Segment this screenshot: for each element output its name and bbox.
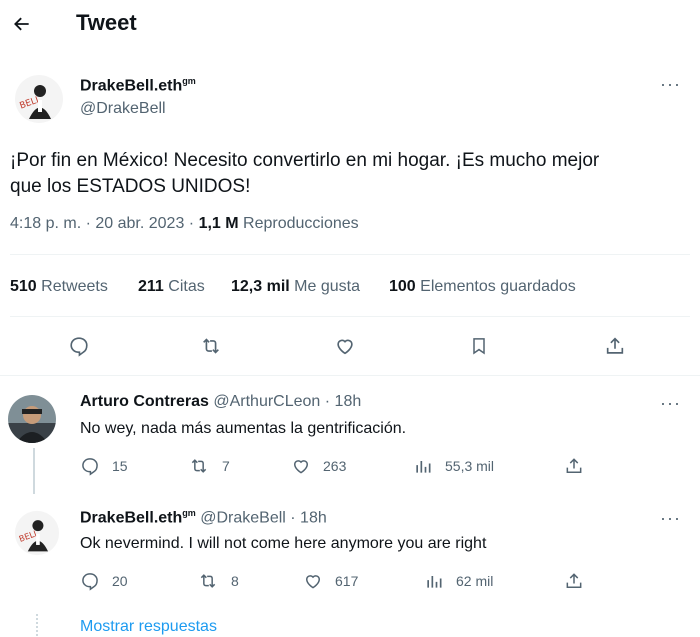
reply-text: No wey, nada más aumentas la gentrificac… [80,420,407,437]
views-count: 62 mil [456,573,494,589]
reply-author-name-suffix: gm [182,508,196,518]
bookmarks-count: 100 [389,278,416,295]
share-icon[interactable] [564,571,584,596]
quotes-count: 211 [138,278,164,295]
likes-label: Me gusta [289,278,360,295]
author-name[interactable]: DrakeBell.eth [80,77,182,94]
retweets-label: Retweets [36,278,108,295]
show-replies-link[interactable]: Mostrar respuestas [80,618,217,636]
reply-header: DrakeBell.ethgm @DrakeBell · 18h [80,508,327,527]
more-options-icon[interactable]: ··· [660,393,681,414]
quotes-stat[interactable]: 211 Citas [138,278,205,296]
author-name-row[interactable]: DrakeBell.ethgm [80,76,196,95]
analytics-icon[interactable] [413,456,433,476]
retweet-icon[interactable] [199,334,223,358]
like-icon[interactable] [303,571,323,591]
reply-icon[interactable] [80,456,100,476]
reply-icon[interactable] [80,571,100,591]
share-icon[interactable] [564,456,584,481]
divider [10,316,690,317]
reply-action-like[interactable]: 617 [303,571,358,591]
divider [0,375,700,376]
like-icon[interactable] [333,334,357,358]
bookmark-icon[interactable] [467,334,491,358]
reply-author-name[interactable]: Arturo Contreras [80,393,209,410]
more-options-icon[interactable]: ··· [660,508,681,529]
reply-icon[interactable] [67,334,91,358]
tweet-text-line-1: ¡Por fin en México! Necesito convertirlo… [10,150,600,171]
likes-stat[interactable]: 12,3 mil Me gusta [231,278,360,296]
reply-count: 20 [112,573,128,589]
top-header: Tweet [0,0,700,52]
reply-action-views[interactable]: 55,3 mil [413,456,494,476]
tweet-meta: 4:18 p. m. · 20 abr. 2023 · 1,1 M Reprod… [10,215,359,233]
tweet-timestamp[interactable]: 4:18 p. m. · 20 abr. 2023 · [10,215,199,232]
tweet-text: ¡Por fin en México! Necesito convertirlo… [10,148,690,200]
avatar[interactable]: BELL [14,74,64,124]
retweet-count: 8 [231,573,239,589]
reply-author-handle[interactable]: @DrakeBell · 18h [200,509,327,526]
reply-action-like[interactable]: 263 [291,456,346,476]
reply-header: Arturo Contreras @ArthurCLeon · 18h [80,393,361,411]
avatar[interactable] [8,395,56,443]
author-handle[interactable]: @DrakeBell [80,100,166,118]
like-count: 617 [335,573,359,589]
reply-action-reply[interactable]: 15 [80,456,128,476]
avatar[interactable]: BELL [14,510,60,556]
more-options-icon[interactable]: ··· [660,74,681,95]
author-name-suffix: gm [182,76,196,86]
views-label: Reproducciones [238,215,359,232]
reply-author-name[interactable]: DrakeBell.eth [80,509,182,526]
retweet-count: 7 [222,458,230,474]
reply-action-views[interactable]: 62 mil [424,571,493,591]
views-count: 55,3 mil [445,458,495,474]
bookmarks-label: Elementos guardados [415,278,576,295]
tweet-text-line-2: que los ESTADOS UNIDOS! [10,176,251,197]
like-count: 263 [323,458,347,474]
like-icon[interactable] [291,456,311,476]
quotes-label: Citas [163,278,205,295]
analytics-icon[interactable] [424,571,444,591]
retweets-count: 510 [10,278,37,295]
reply-action-reply[interactable]: 20 [80,571,128,591]
likes-count: 12,3 mil [231,278,290,295]
thread-line [33,448,35,494]
retweet-icon[interactable] [188,456,210,476]
thread-dots [36,614,38,636]
divider [10,254,690,255]
reply-text: Ok nevermind. I will not come here anymo… [80,535,487,552]
retweets-stat[interactable]: 510 Retweets [10,278,108,296]
reply-action-retweet[interactable]: 7 [188,456,230,476]
reply-count: 15 [112,458,128,474]
retweet-icon[interactable] [197,571,219,591]
bookmarks-stat[interactable]: 100 Elementos guardados [389,278,576,296]
page-title: Tweet [76,10,137,35]
reply-author-handle[interactable]: @ArthurCLeon · 18h [213,393,361,410]
reply-action-retweet[interactable]: 8 [197,571,239,591]
views-count: 1,1 M [198,215,239,232]
back-arrow-icon[interactable] [8,10,36,38]
share-icon[interactable] [603,334,627,358]
